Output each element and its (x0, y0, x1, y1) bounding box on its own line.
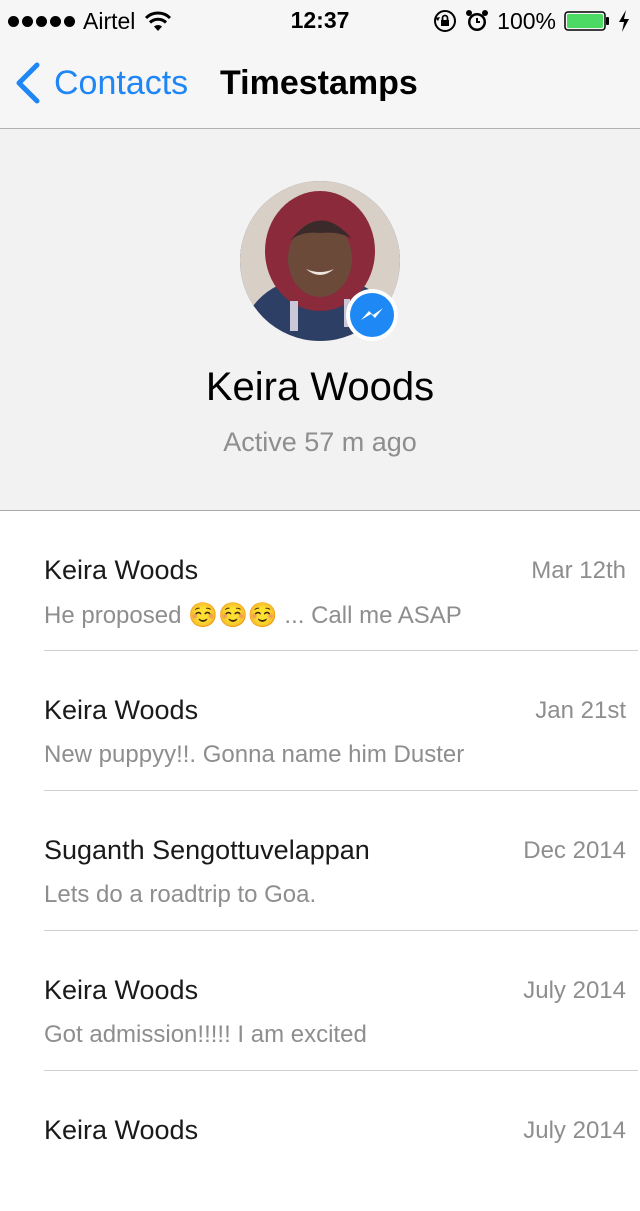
conversation-date: July 2014 (523, 1117, 626, 1144)
list-item[interactable]: Keira Woods July 2014 Got admission!!!!!… (0, 931, 640, 1071)
battery-percent: 100% (497, 7, 556, 34)
list-item[interactable]: Keira Woods Mar 12th He proposed ☺️☺️☺️ … (0, 511, 640, 651)
profile-name: Keira Woods (205, 365, 435, 409)
conversation-sender: Keira Woods (44, 975, 199, 1005)
conversation-preview: Got admission!!!!! I am excited (44, 1021, 367, 1048)
profile-header: Keira Woods Active 57 m ago (0, 129, 640, 511)
conversation-date: Jan 21st (535, 697, 626, 724)
status-left: Airtel (8, 8, 173, 34)
list-item[interactable]: Keira Woods July 2014 (0, 1071, 640, 1211)
conversation-date: July 2014 (523, 977, 626, 1004)
back-button[interactable]: Contacts (14, 60, 188, 106)
alarm-icon (466, 10, 489, 31)
rotation-lock-icon (434, 10, 457, 32)
conversation-list: Keira Woods Mar 12th He proposed ☺️☺️☺️ … (0, 511, 640, 1211)
conversation-preview: He proposed ☺️☺️☺️ ... Call me ASAP (44, 602, 462, 629)
messenger-icon (346, 289, 398, 341)
chevron-left-icon (16, 62, 40, 104)
conversation-sender: Keira Woods (44, 1115, 199, 1145)
conversation-preview: New puppyy!!. Gonna name him Duster (44, 741, 465, 768)
conversation-sender: Keira Woods (44, 555, 199, 585)
navigation-bar: Contacts Timestamps (0, 40, 640, 129)
conversation-preview: Lets do a roadtrip to Goa. (44, 881, 317, 908)
conversation-date: Mar 12th (531, 557, 626, 584)
profile-active-status: Active 57 m ago (223, 427, 417, 457)
signal-dots-icon (8, 15, 75, 27)
wifi-icon (145, 11, 172, 31)
status-right: 100% (433, 8, 630, 34)
list-item[interactable]: Suganth Sengottuvelappan Dec 2014 Lets d… (0, 791, 640, 931)
charging-icon (619, 10, 629, 32)
page-title: Timestamps (220, 64, 418, 102)
conversation-sender: Suganth Sengottuvelappan (44, 835, 370, 865)
back-button-label: Contacts (54, 63, 189, 102)
carrier-label: Airtel (83, 7, 136, 34)
status-bar: Airtel 12:37 100% (0, 0, 640, 40)
battery-icon (564, 11, 609, 31)
conversation-sender: Keira Woods (44, 695, 199, 725)
conversation-date: Dec 2014 (523, 837, 626, 864)
list-item[interactable]: Keira Woods Jan 21st New puppyy!!. Gonna… (0, 651, 640, 791)
